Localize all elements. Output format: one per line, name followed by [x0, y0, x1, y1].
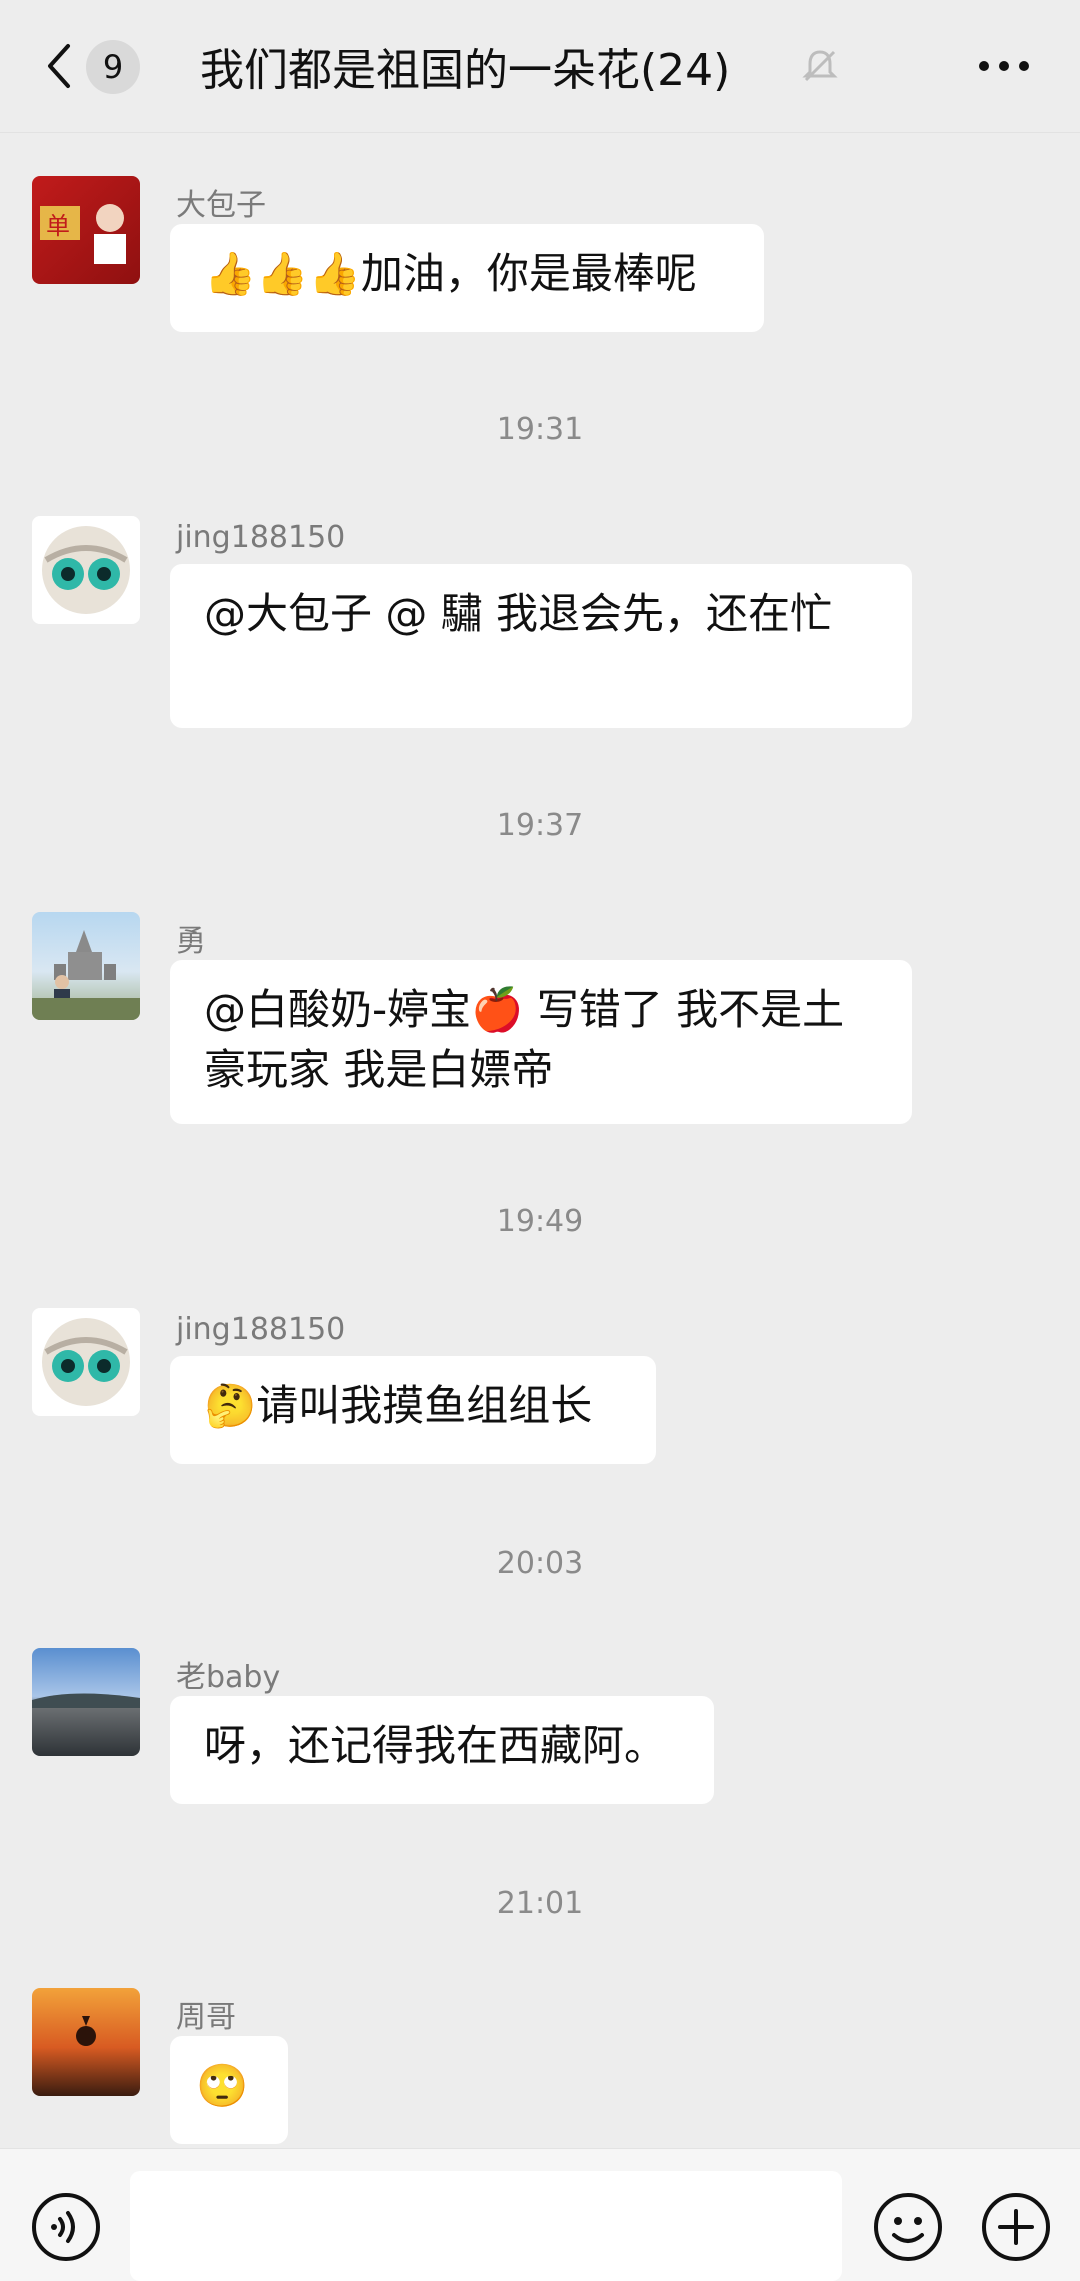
timestamp: 19:31	[496, 412, 584, 447]
chat-message: jing188150 🤔请叫我摸鱼组组长	[0, 1308, 1080, 1468]
message-bubble[interactable]: 👍👍👍加油，你是最棒呢	[170, 224, 764, 332]
back-button[interactable]	[40, 36, 80, 96]
avatar[interactable]	[32, 1988, 140, 2096]
more-dots-icon	[979, 61, 1029, 71]
avatar[interactable]	[32, 1648, 140, 1756]
sender-name: jing188150	[176, 1312, 346, 1347]
chat-message: 周哥 🙄	[0, 1988, 1080, 2148]
sender-name: 老baby	[176, 1660, 281, 1695]
sender-name: 勇	[176, 924, 206, 959]
chat-message: 勇 @白酸奶-婷宝🍎 写错了 我不是土豪玩家 我是白嫖帝	[0, 912, 1080, 1132]
timestamp: 19:49	[496, 1204, 584, 1239]
add-button[interactable]	[980, 2191, 1052, 2263]
chat-message: 老baby 呀，还记得我在西藏阿。	[0, 1648, 1080, 1808]
emoji-icon	[874, 2193, 942, 2261]
emoji-button[interactable]	[872, 2191, 944, 2263]
input-bar	[0, 2148, 1080, 2281]
chat-message: jing188150 @大包子 @ 驌 我退会先，还在忙	[0, 516, 1080, 736]
sender-name: 大包子	[176, 188, 266, 223]
timestamp: 21:01	[496, 1886, 584, 1921]
timestamp: 20:03	[496, 1546, 584, 1581]
message-bubble[interactable]: @大包子 @ 驌 我退会先，还在忙	[170, 564, 912, 728]
message-bubble[interactable]: 🤔请叫我摸鱼组组长	[170, 1356, 656, 1464]
voice-button[interactable]	[30, 2191, 102, 2263]
svg-text:单: 单	[46, 212, 70, 240]
avatar[interactable]	[32, 1308, 140, 1416]
avatar[interactable]	[32, 912, 140, 1020]
sender-name: 周哥	[176, 2000, 236, 2035]
more-button[interactable]	[974, 54, 1034, 78]
voice-icon	[32, 2193, 100, 2261]
avatar[interactable]	[32, 516, 140, 624]
timestamp: 19:37	[496, 808, 584, 843]
message-bubble[interactable]: 🙄	[170, 2036, 288, 2144]
chat-header: 9 我们都是祖国的一朵花(24)	[0, 0, 1080, 133]
message-bubble[interactable]: 呀，还记得我在西藏阿。	[170, 1696, 714, 1804]
plus-icon	[982, 2193, 1050, 2261]
chat-title: 我们都是祖国的一朵花(24)	[200, 45, 731, 96]
sender-name: jing188150	[176, 520, 346, 555]
avatar[interactable]: 单	[32, 176, 140, 284]
unread-count-badge: 9	[86, 40, 140, 94]
bell-off-icon	[800, 46, 840, 86]
chat-message: 单 大包子 👍👍👍加油，你是最棒呢	[0, 176, 1080, 336]
message-input[interactable]	[130, 2171, 842, 2281]
chevron-left-icon	[48, 44, 70, 88]
message-bubble[interactable]: @白酸奶-婷宝🍎 写错了 我不是土豪玩家 我是白嫖帝	[170, 960, 912, 1124]
